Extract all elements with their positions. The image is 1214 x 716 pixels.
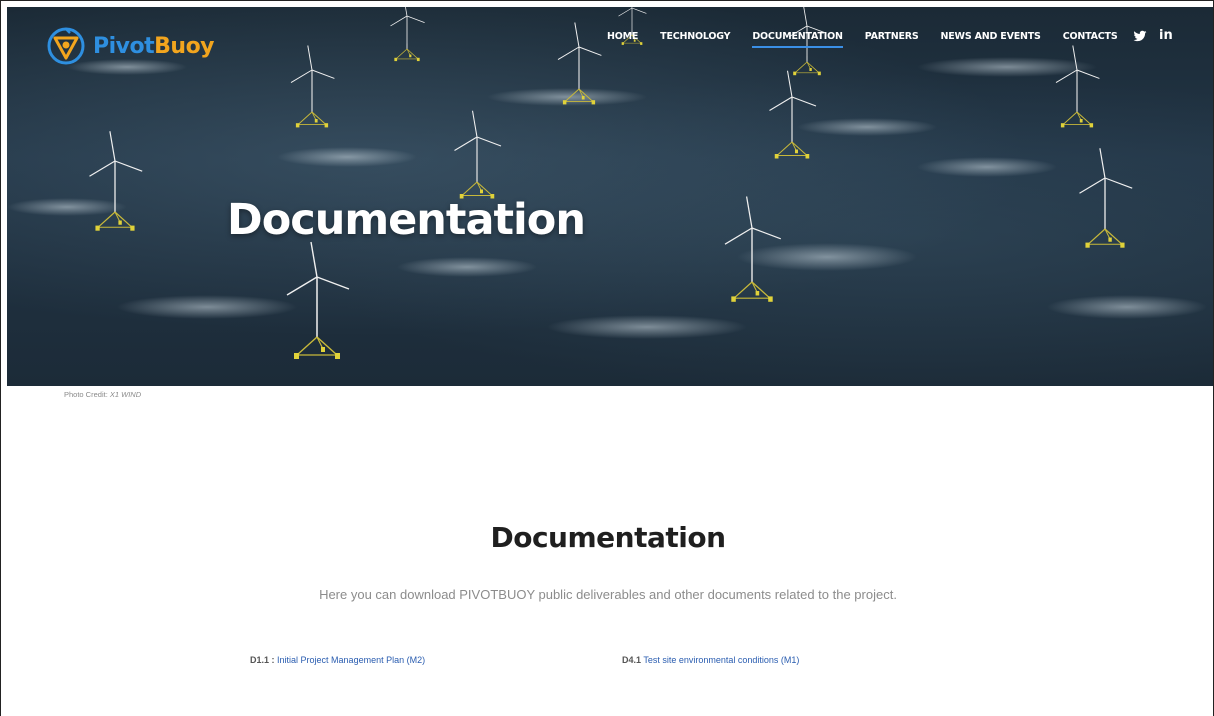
nav-contacts[interactable]: CONTACTS [1063,31,1118,48]
nav-documentation[interactable]: DOCUMENTATION [752,31,843,48]
photo-credit-label: Photo Credit: [64,390,108,399]
document-list: D1.1 : Initial Project Management Plan (… [1,655,1213,675]
list-item: D1.1 : Initial Project Management Plan (… [250,655,425,665]
pivotbuoy-logo-icon [47,27,85,65]
main-navigation: HOME TECHNOLOGY DOCUMENTATION PARTNERS N… [607,31,1118,48]
page-title: Documentation [490,521,726,554]
hero-banner: PivotBuoy HOME TECHNOLOGY DOCUMENTATION … [7,7,1213,386]
hero-title: Documentation [227,195,586,245]
twitter-icon[interactable] [1133,29,1147,43]
page-intro: Here you can download PIVOTBUOY public d… [319,587,897,602]
photo-credit: Photo Credit: X1 WIND [64,390,141,399]
social-links: in [1133,29,1173,43]
document-link[interactable]: Initial Project Management Plan (M2) [277,655,425,665]
document-code: D1.1 : [250,655,275,665]
nav-home[interactable]: HOME [607,31,638,48]
photo-credit-value: X1 WIND [109,390,142,399]
linkedin-icon[interactable]: in [1159,29,1173,43]
page: PivotBuoy HOME TECHNOLOGY DOCUMENTATION … [0,0,1214,716]
nav-technology[interactable]: TECHNOLOGY [660,31,730,48]
list-item: D4.1 Test site environmental conditions … [622,655,799,665]
nav-partners[interactable]: PARTNERS [865,31,919,48]
site-logo-text: PivotBuoy [93,33,215,59]
document-link[interactable]: Test site environmental conditions (M1) [643,655,799,665]
document-code: D4.1 [622,655,642,665]
nav-news-and-events[interactable]: NEWS AND EVENTS [941,31,1041,48]
site-logo[interactable]: PivotBuoy [45,25,215,67]
